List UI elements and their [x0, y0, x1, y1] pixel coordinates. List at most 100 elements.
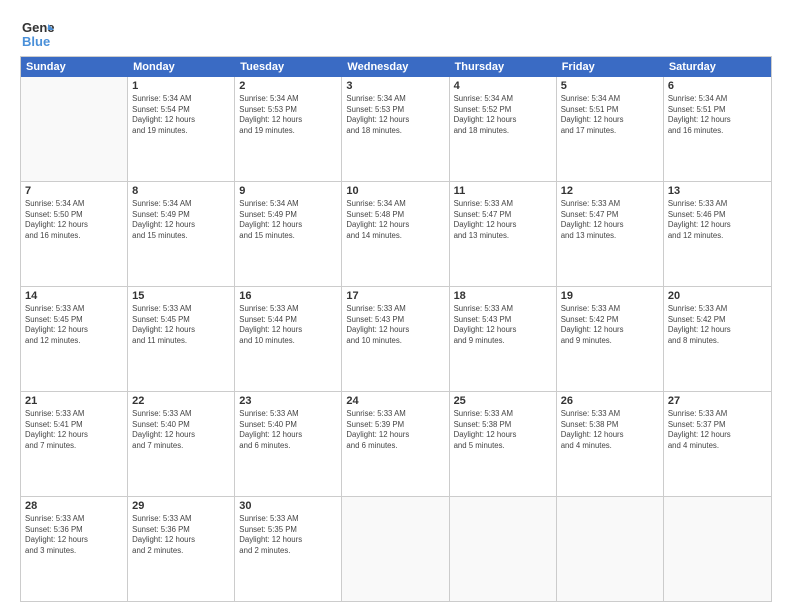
day-info: Sunrise: 5:33 AMSunset: 5:43 PMDaylight:…: [454, 304, 552, 346]
day-info: Sunrise: 5:34 AMSunset: 5:48 PMDaylight:…: [346, 199, 444, 241]
day-number: 15: [132, 290, 230, 302]
day-info: Sunrise: 5:33 AMSunset: 5:47 PMDaylight:…: [454, 199, 552, 241]
day-info: Sunrise: 5:33 AMSunset: 5:46 PMDaylight:…: [668, 199, 767, 241]
day-info: Sunrise: 5:33 AMSunset: 5:35 PMDaylight:…: [239, 514, 337, 556]
calendar-header: SundayMondayTuesdayWednesdayThursdayFrid…: [21, 57, 771, 77]
day-number: 10: [346, 185, 444, 197]
day-number: 28: [25, 500, 123, 512]
calendar-day-1: 1 Sunrise: 5:34 AMSunset: 5:54 PMDaylight…: [128, 77, 235, 181]
day-info: Sunrise: 5:34 AMSunset: 5:50 PMDaylight:…: [25, 199, 123, 241]
logo: General Blue: [20, 16, 54, 50]
logo-icon: General Blue: [20, 16, 54, 50]
day-number: 11: [454, 185, 552, 197]
calendar-day-17: 17 Sunrise: 5:33 AMSunset: 5:43 PMDayligh…: [342, 287, 449, 391]
calendar-day-7: 7 Sunrise: 5:34 AMSunset: 5:50 PMDaylight…: [21, 182, 128, 286]
calendar-day-5: 5 Sunrise: 5:34 AMSunset: 5:51 PMDaylight…: [557, 77, 664, 181]
calendar-week-5: 28 Sunrise: 5:33 AMSunset: 5:36 PMDayligh…: [21, 497, 771, 601]
calendar-day-21: 21Sunrise: 5:33 AMSunset: 5:41 PMDayligh…: [21, 392, 128, 496]
day-info: Sunrise: 5:33 AMSunset: 5:47 PMDaylight:…: [561, 199, 659, 241]
calendar-day-24: 24 Sunrise: 5:33 AMSunset: 5:39 PMDayligh…: [342, 392, 449, 496]
day-info: Sunrise: 5:34 AMSunset: 5:52 PMDaylight:…: [454, 94, 552, 136]
day-number: 25: [454, 395, 552, 407]
day-info: Sunrise: 5:34 AMSunset: 5:49 PMDaylight:…: [239, 199, 337, 241]
calendar-body: 1 Sunrise: 5:34 AMSunset: 5:54 PMDaylight…: [21, 77, 771, 601]
calendar-day-15: 15 Sunrise: 5:33 AMSunset: 5:45 PMDayligh…: [128, 287, 235, 391]
day-number: 6: [668, 80, 767, 92]
day-number: 23: [239, 395, 337, 407]
calendar-day-empty: [21, 77, 128, 181]
day-number: 5: [561, 80, 659, 92]
day-number: 7: [25, 185, 123, 197]
calendar-day-2: 2 Sunrise: 5:34 AMSunset: 5:53 PMDaylight…: [235, 77, 342, 181]
day-info: Sunrise: 5:33 AMSunset: 5:42 PMDaylight:…: [668, 304, 767, 346]
header-day-monday: Monday: [128, 57, 235, 77]
day-number: 4: [454, 80, 552, 92]
calendar-day-3: 3 Sunrise: 5:34 AMSunset: 5:53 PMDaylight…: [342, 77, 449, 181]
calendar-day-8: 8 Sunrise: 5:34 AMSunset: 5:49 PMDaylight…: [128, 182, 235, 286]
day-info: Sunrise: 5:34 AMSunset: 5:53 PMDaylight:…: [239, 94, 337, 136]
calendar-day-20: 20 Sunrise: 5:33 AMSunset: 5:42 PMDayligh…: [664, 287, 771, 391]
day-info: Sunrise: 5:33 AMSunset: 5:38 PMDaylight:…: [561, 409, 659, 451]
calendar-week-2: 7 Sunrise: 5:34 AMSunset: 5:50 PMDaylight…: [21, 182, 771, 287]
day-info: Sunrise: 5:33 AMSunset: 5:40 PMDaylight:…: [239, 409, 337, 451]
calendar-day-6: 6 Sunrise: 5:34 AMSunset: 5:51 PMDaylight…: [664, 77, 771, 181]
calendar: SundayMondayTuesdayWednesdayThursdayFrid…: [20, 56, 772, 602]
header-day-saturday: Saturday: [664, 57, 771, 77]
calendar-day-28: 28 Sunrise: 5:33 AMSunset: 5:36 PMDayligh…: [21, 497, 128, 601]
day-info: Sunrise: 5:33 AMSunset: 5:42 PMDaylight:…: [561, 304, 659, 346]
day-number: 3: [346, 80, 444, 92]
calendar-day-23: 23 Sunrise: 5:33 AMSunset: 5:40 PMDayligh…: [235, 392, 342, 496]
day-info: Sunrise: 5:33 AMSunset: 5:45 PMDaylight:…: [132, 304, 230, 346]
calendar-day-empty: [450, 497, 557, 601]
calendar-day-4: 4 Sunrise: 5:34 AMSunset: 5:52 PMDaylight…: [450, 77, 557, 181]
calendar-day-22: 22 Sunrise: 5:33 AMSunset: 5:40 PMDayligh…: [128, 392, 235, 496]
day-number: 18: [454, 290, 552, 302]
day-number: 14: [25, 290, 123, 302]
day-info: Sunrise: 5:34 AMSunset: 5:51 PMDaylight:…: [668, 94, 767, 136]
day-number: 9: [239, 185, 337, 197]
day-info: Sunrise: 5:33 AMSunset: 5:40 PMDaylight:…: [132, 409, 230, 451]
day-number: 29: [132, 500, 230, 512]
header-day-wednesday: Wednesday: [342, 57, 449, 77]
day-number: 26: [561, 395, 659, 407]
calendar-day-11: 11 Sunrise: 5:33 AMSunset: 5:47 PMDayligh…: [450, 182, 557, 286]
calendar-day-19: 19Sunrise: 5:33 AMSunset: 5:42 PMDayligh…: [557, 287, 664, 391]
calendar-day-13: 13 Sunrise: 5:33 AMSunset: 5:46 PMDayligh…: [664, 182, 771, 286]
day-number: 2: [239, 80, 337, 92]
day-info: Sunrise: 5:33 AMSunset: 5:39 PMDaylight:…: [346, 409, 444, 451]
day-info: Sunrise: 5:33 AMSunset: 5:36 PMDaylight:…: [25, 514, 123, 556]
day-info: Sunrise: 5:34 AMSunset: 5:53 PMDaylight:…: [346, 94, 444, 136]
header-day-thursday: Thursday: [450, 57, 557, 77]
calendar-day-27: 27Sunrise: 5:33 AMSunset: 5:37 PMDayligh…: [664, 392, 771, 496]
day-number: 20: [668, 290, 767, 302]
day-info: Sunrise: 5:34 AMSunset: 5:49 PMDaylight:…: [132, 199, 230, 241]
calendar-day-29: 29 Sunrise: 5:33 AMSunset: 5:36 PMDayligh…: [128, 497, 235, 601]
day-number: 17: [346, 290, 444, 302]
calendar-day-empty: [664, 497, 771, 601]
day-info: Sunrise: 5:33 AMSunset: 5:36 PMDaylight:…: [132, 514, 230, 556]
day-info: Sunrise: 5:33 AMSunset: 5:45 PMDaylight:…: [25, 304, 123, 346]
day-number: 16: [239, 290, 337, 302]
day-number: 8: [132, 185, 230, 197]
day-number: 27: [668, 395, 767, 407]
header-day-friday: Friday: [557, 57, 664, 77]
day-number: 22: [132, 395, 230, 407]
calendar-day-30: 30Sunrise: 5:33 AMSunset: 5:35 PMDayligh…: [235, 497, 342, 601]
day-info: Sunrise: 5:34 AMSunset: 5:51 PMDaylight:…: [561, 94, 659, 136]
day-info: Sunrise: 5:33 AMSunset: 5:43 PMDaylight:…: [346, 304, 444, 346]
svg-text:Blue: Blue: [22, 34, 50, 49]
calendar-day-18: 18 Sunrise: 5:33 AMSunset: 5:43 PMDayligh…: [450, 287, 557, 391]
calendar-day-26: 26 Sunrise: 5:33 AMSunset: 5:38 PMDayligh…: [557, 392, 664, 496]
calendar-day-empty: [342, 497, 449, 601]
header: General Blue: [20, 16, 772, 50]
day-info: Sunrise: 5:33 AMSunset: 5:44 PMDaylight:…: [239, 304, 337, 346]
day-number: 1: [132, 80, 230, 92]
day-info: Sunrise: 5:34 AMSunset: 5:54 PMDaylight:…: [132, 94, 230, 136]
day-number: 24: [346, 395, 444, 407]
calendar-day-14: 14 Sunrise: 5:33 AMSunset: 5:45 PMDayligh…: [21, 287, 128, 391]
calendar-week-3: 14 Sunrise: 5:33 AMSunset: 5:45 PMDayligh…: [21, 287, 771, 392]
day-info: Sunrise: 5:33 AMSunset: 5:38 PMDaylight:…: [454, 409, 552, 451]
day-number: 21: [25, 395, 123, 407]
day-number: 13: [668, 185, 767, 197]
calendar-day-16: 16 Sunrise: 5:33 AMSunset: 5:44 PMDayligh…: [235, 287, 342, 391]
